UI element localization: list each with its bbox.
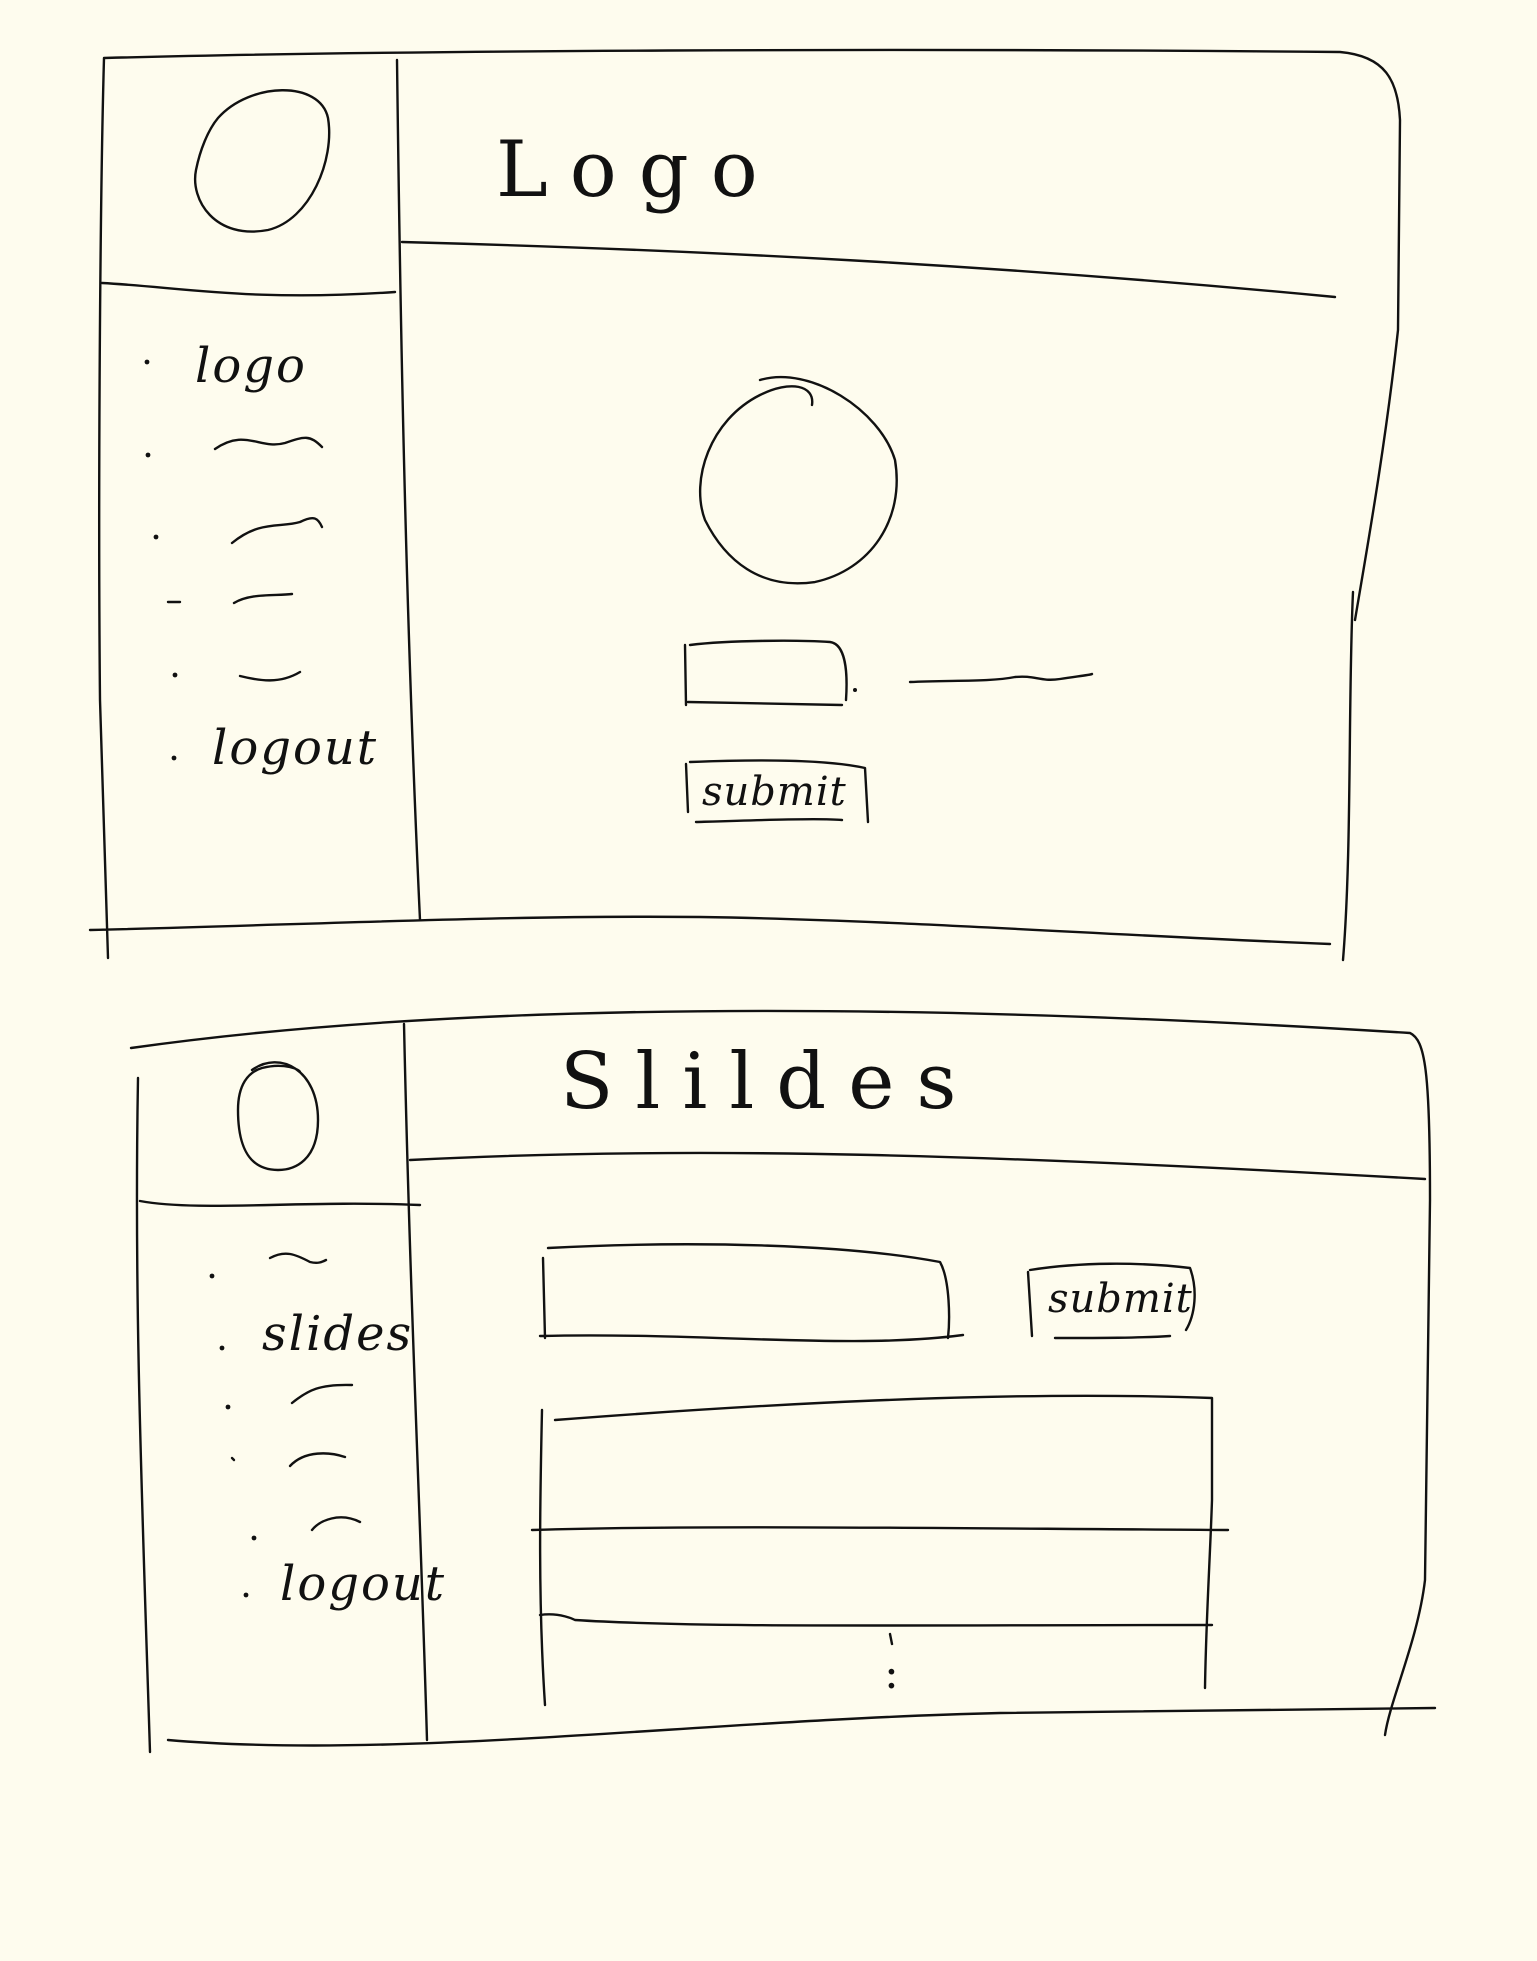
- sidebar-item-logout[interactable]: logout: [280, 1556, 446, 1612]
- input-label-scribble: [908, 672, 1094, 684]
- screen-1-header-separator: [400, 240, 1337, 299]
- bullet-icon: [172, 672, 178, 678]
- sidebar-item-slides[interactable]: slides: [262, 1306, 413, 1362]
- screen-2-sidebar-nav: slides logout: [209, 1252, 446, 1612]
- sidebar-item-1-scribble[interactable]: [268, 1252, 328, 1265]
- bullet-icon: [153, 534, 159, 540]
- sidebar-item-4-scribble[interactable]: [232, 592, 294, 605]
- screen-1-page-title: Logo: [496, 125, 780, 215]
- sidebar-item-5-scribble[interactable]: [238, 670, 302, 682]
- bullet-icon: [243, 1592, 249, 1598]
- screen-1-sidebar-nav: logo logout: [144, 338, 378, 776]
- table-row[interactable]: [538, 1613, 1214, 1627]
- bullet-icon: [251, 1535, 257, 1541]
- bullet-icon: [145, 452, 151, 458]
- screen-2-sidebar-divider: [402, 1022, 429, 1742]
- sidebar-item-3-scribble[interactable]: [230, 516, 324, 545]
- user-avatar-icon: [236, 1061, 320, 1172]
- bullet-icon: [171, 755, 177, 761]
- screen-2-sidebar-header-separator: [138, 1199, 422, 1208]
- screen-2-page-title: Slildes: [560, 1037, 978, 1127]
- screen-1-wireframe: Logo logo logout submit: [88, 48, 1402, 962]
- profile-picture-icon: [698, 375, 898, 585]
- search-input[interactable]: [538, 1243, 965, 1343]
- sidebar-item-2-scribble[interactable]: [213, 436, 324, 451]
- submit-button[interactable]: submit: [1048, 1276, 1193, 1322]
- sidebar-item-logout[interactable]: logout: [212, 720, 378, 776]
- sidebar-item-logo[interactable]: logo: [195, 338, 307, 394]
- screen-1-sidebar-header-separator: [100, 281, 397, 297]
- sidebar-item-4-scribble[interactable]: [288, 1452, 347, 1468]
- bullet-icon: [225, 1404, 231, 1410]
- bullet-icon: [144, 359, 150, 365]
- table-outline: [538, 1394, 1214, 1707]
- screen-2-header-separator: [408, 1151, 1427, 1181]
- user-avatar-icon: [193, 89, 331, 233]
- table-more-tick: [888, 1632, 894, 1646]
- table-more-rows-indicator: :: [884, 1648, 899, 1699]
- bullet-icon: [219, 1345, 225, 1351]
- table-row[interactable]: [530, 1526, 1230, 1532]
- results-table: :: [530, 1394, 1230, 1707]
- text-input-field[interactable]: [683, 639, 848, 707]
- input-end-dot: [853, 688, 857, 692]
- bullet-icon: [230, 1456, 236, 1462]
- submit-button[interactable]: submit: [702, 769, 847, 815]
- sidebar-item-5-scribble[interactable]: [310, 1516, 362, 1532]
- screen-1-sidebar-divider: [395, 58, 422, 922]
- bullet-icon: [209, 1273, 215, 1279]
- screen-2-wireframe: Slildes slides logout submit :: [129, 1009, 1437, 1754]
- sidebar-item-3-scribble[interactable]: [290, 1383, 354, 1405]
